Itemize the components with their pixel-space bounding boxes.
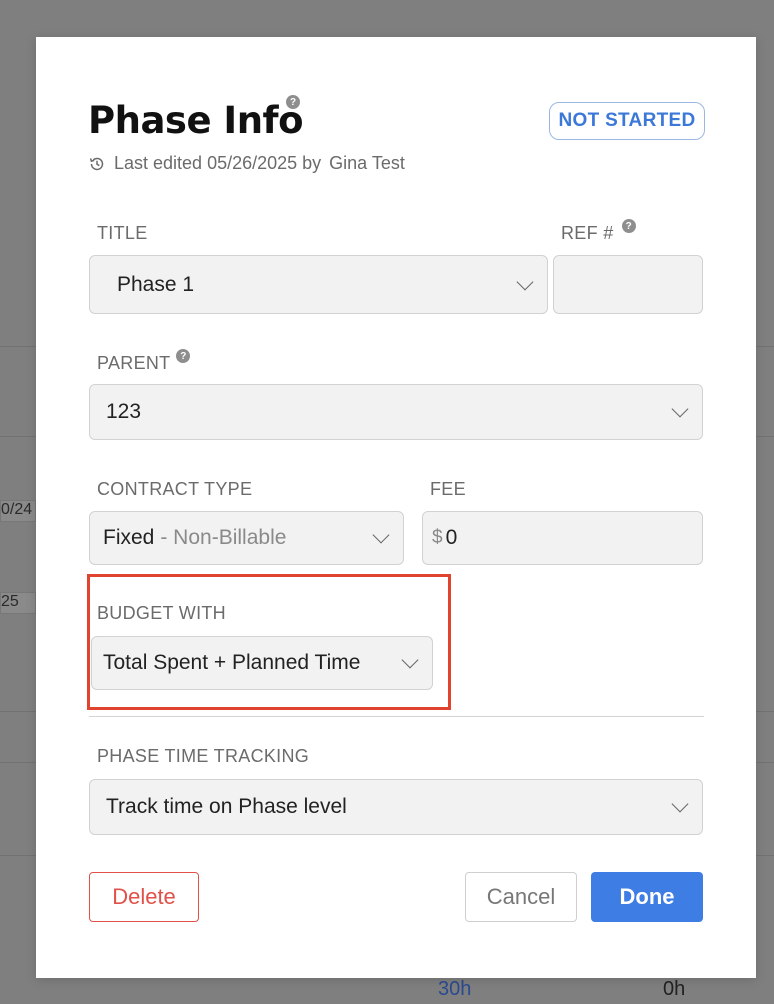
contract-type-select[interactable]: Fixed - Non-Billable	[89, 511, 404, 565]
phase-time-tracking-label: PHASE TIME TRACKING	[97, 746, 310, 766]
status-button[interactable]: NOT STARTED	[549, 102, 705, 140]
parent-label: PARENT ?	[97, 349, 191, 374]
title-select[interactable]: Phase 1	[89, 255, 548, 314]
history-icon	[89, 157, 104, 170]
ref-label: REF # ?	[561, 219, 636, 244]
contract-type-value: Fixed	[103, 526, 155, 549]
chevron-down-icon	[671, 400, 689, 418]
phase-info-modal: Phase Info ? NOT STARTED Last edited 05/…	[36, 37, 756, 978]
parent-value: 123	[106, 400, 142, 423]
contract-type-sub: - Non-Billable	[160, 526, 287, 549]
contract-type-label: CONTRACT TYPE	[97, 479, 253, 499]
ref-input[interactable]	[553, 255, 703, 314]
done-button[interactable]: Done	[591, 872, 703, 922]
help-icon[interactable]: ?	[286, 95, 300, 109]
help-icon[interactable]: ?	[621, 219, 636, 233]
fee-value: 0	[445, 526, 458, 549]
phase-time-tracking-value: Track time on Phase level	[106, 795, 347, 818]
bg-hours: 30h	[438, 978, 472, 1000]
ref-label-text: REF #	[561, 223, 614, 243]
chevron-down-icon	[671, 795, 689, 813]
budget-with-value: Total Spent + Planned Time	[103, 651, 361, 674]
cancel-button[interactable]: Cancel	[465, 872, 577, 922]
last-edited: Last edited 05/26/2025 by Gina Test	[88, 153, 405, 174]
fee-input[interactable]: $ 0	[422, 511, 703, 565]
last-edited-user: Gina Test	[329, 153, 405, 173]
bg-bottom-row: 30h 0h	[0, 978, 774, 1004]
title-value: Phase 1	[117, 272, 195, 296]
currency-symbol: $	[432, 527, 443, 548]
chevron-down-icon	[516, 273, 534, 290]
phase-time-tracking-select[interactable]: Track time on Phase level	[89, 779, 703, 835]
last-edited-text: Last edited 05/26/2025 by	[114, 153, 322, 173]
parent-select[interactable]: 123	[89, 384, 703, 440]
fee-label: FEE	[430, 479, 466, 499]
budget-with-label: BUDGET WITH	[97, 603, 226, 623]
chevron-down-icon	[372, 526, 390, 544]
help-icon[interactable]: ?	[176, 349, 191, 363]
parent-label-text: PARENT	[97, 353, 171, 373]
budget-with-select[interactable]: Total Spent + Planned Time	[91, 636, 433, 690]
page-title: Phase Info	[88, 99, 304, 142]
delete-button[interactable]: Delete	[89, 872, 199, 922]
divider	[89, 716, 704, 717]
bg-cell: 25	[0, 592, 36, 614]
bg-cell: 0/24	[0, 500, 36, 522]
title-label: TITLE	[97, 223, 148, 243]
chevron-down-icon	[401, 651, 419, 669]
bg-hours: 0h	[663, 978, 686, 1000]
